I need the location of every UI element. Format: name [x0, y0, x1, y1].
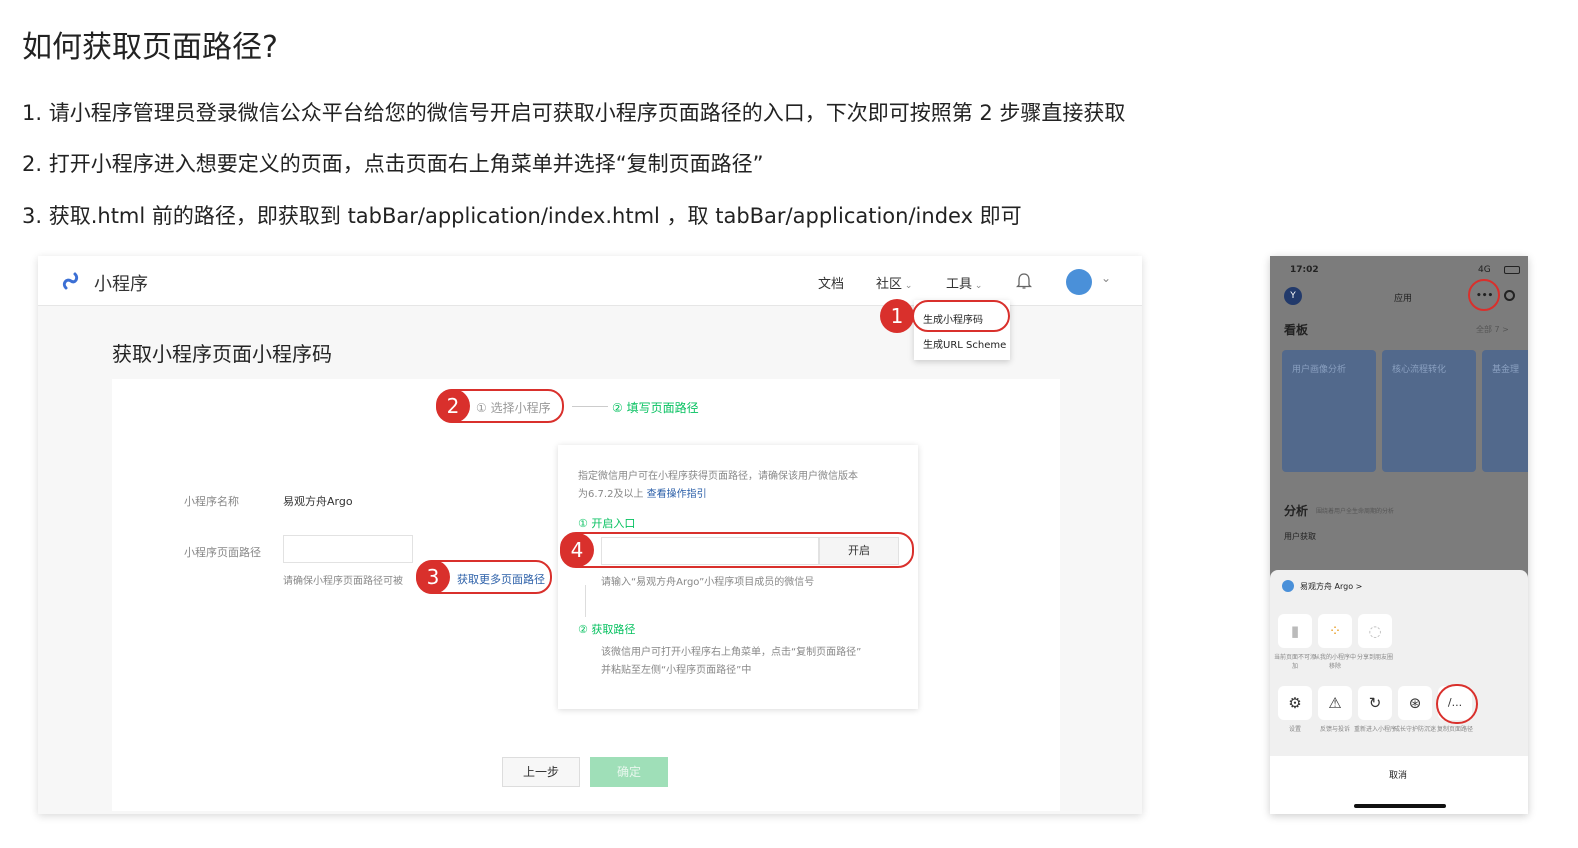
path-label: 小程序页面路径	[184, 546, 261, 559]
app-header-title: 应用	[1394, 294, 1413, 304]
document-page: 如何获取页面路径? 1. 请小程序管理员登录微信公众平台给您的微信号开启可获取小…	[0, 0, 1578, 848]
board-title: 看板	[1284, 323, 1309, 337]
step-1-text: 1. 请小程序管理员登录微信公众平台给您的微信号开启可获取小程序页面路径的入口，…	[22, 101, 1126, 125]
tile-title: 核心流程转化	[1392, 365, 1447, 375]
moments-share-icon[interactable]: ◌	[1358, 614, 1392, 648]
board-tile-3[interactable]: 基金理	[1482, 350, 1528, 472]
path-hint: 请确保小程序页面路径可被	[283, 576, 403, 587]
nav-docs[interactable]: 文档	[818, 273, 844, 292]
popover-step2-desc2: 并粘贴至左侧“小程序页面路径”中	[601, 665, 752, 676]
popover-step2-title: ② 获取路径	[578, 623, 636, 636]
annotation-outline-1	[912, 300, 1010, 332]
home-indicator	[1354, 804, 1446, 808]
sheet-label: 分享到朋友圈	[1356, 654, 1393, 661]
chevron-down-icon[interactable]: ⌄	[1101, 271, 1111, 285]
settings-gear-icon[interactable]: ⚙	[1278, 686, 1312, 720]
bell-icon[interactable]	[1016, 272, 1032, 290]
nav-tools-label: 工具	[946, 277, 973, 292]
sheet-label: 当前页面不可添加	[1273, 654, 1316, 670]
form-card: ① 选择小程序 ② 填写页面路径 小程序名称 易观方舟Argo 小程序页面路径 …	[112, 379, 1060, 811]
annotation-badge-3: 3	[416, 560, 450, 594]
step-2-text: 2. 打开小程序进入想要定义的页面，点击页面右上角菜单并选择“复制页面路径”	[22, 152, 764, 176]
console-screenshot: 小程序 文档 社区 ⌄ 工具 ⌄ ⌄ 生成小程序码 生成URL Scheme 获…	[38, 256, 1142, 814]
brand-name: 小程序	[94, 274, 148, 295]
popover-desc-text: 为6.7.2及以上	[578, 489, 644, 500]
warning-triangle-icon[interactable]: ⚠	[1318, 686, 1352, 720]
confirm-button[interactable]: 确定	[590, 757, 668, 787]
add-page-icon[interactable]: ▮	[1278, 614, 1312, 648]
step-3-text: 3. 获取.html 前的路径，即获取到 tabBar/application/…	[22, 204, 1022, 228]
nav-tools[interactable]: 工具 ⌄	[946, 273, 982, 292]
user-acquisition-label: 用户获取	[1284, 532, 1316, 541]
chevron-down-icon: ⌄	[902, 281, 913, 291]
my-miniprogram-icon[interactable]: ⁘	[1318, 614, 1352, 648]
popover-step2-desc1: 该微信用户可打开小程序右上角菜单，点击“复制页面路径”	[601, 647, 862, 658]
sheet-label: 重新进入小程序	[1353, 726, 1396, 733]
popover-desc-line1: 指定微信用户可在小程序获得页面路径，请确保该用户微信版本	[578, 471, 858, 482]
menu-item-generate-url-scheme[interactable]: 生成URL Scheme	[923, 336, 1006, 351]
close-capsule-icon[interactable]	[1504, 290, 1515, 301]
name-value: 易观方舟Argo	[283, 495, 353, 508]
path-help-popover: 指定微信用户可在小程序获得页面路径，请确保该用户微信版本 为6.7.2及以上 查…	[558, 445, 918, 709]
battery-icon	[1504, 266, 1520, 274]
sheet-label: 从我的小程序中移除	[1313, 654, 1356, 670]
phone-screenshot: 17:02 4G Y 应用 ••• 看板 全部 7 > 用户画像分析 核心流程转…	[1270, 256, 1528, 814]
nav-community-label: 社区	[876, 277, 903, 292]
prev-step-button[interactable]: 上一步	[502, 757, 580, 787]
analysis-subtitle: 围绕着用户全生命周期的分析	[1316, 508, 1395, 515]
status-time: 17:02	[1290, 265, 1319, 275]
cancel-button[interactable]: 取消	[1389, 768, 1407, 781]
action-sheet: 易观方舟 Argo > ▮ ⁘ ◌ 当前页面不可添加 从我的小程序中移除 分享到…	[1270, 570, 1528, 814]
annotation-badge-1: 1	[880, 299, 914, 333]
analysis-title: 分析	[1284, 504, 1309, 518]
growth-guard-icon[interactable]: ⊛	[1398, 686, 1432, 720]
sheet-label: 成长守护防沉迷	[1393, 726, 1436, 733]
user-avatar[interactable]: Y	[1284, 287, 1302, 305]
miniprogram-logo-icon	[62, 272, 79, 290]
sheet-label: 设置	[1288, 726, 1301, 733]
operation-guide-link[interactable]: 查看操作指引	[647, 489, 707, 500]
tile-title: 基金理	[1492, 365, 1520, 375]
popover-desc-line2: 为6.7.2及以上 查看操作指引	[578, 485, 707, 500]
annotation-outline-copy-path	[1436, 684, 1478, 724]
reload-icon[interactable]: ↻	[1358, 686, 1392, 720]
annotation-badge-2: 2	[436, 389, 470, 423]
board-tile-2[interactable]: 核心流程转化	[1382, 350, 1476, 472]
board-tile-1[interactable]: 用户画像分析	[1282, 350, 1376, 472]
avatar[interactable]	[1066, 269, 1092, 295]
chevron-down-icon: ⌄	[972, 281, 983, 291]
page-title: 如何获取页面路径?	[22, 30, 278, 65]
stepper-divider	[572, 406, 608, 407]
annotation-outline-more	[1468, 279, 1500, 311]
status-signal: 4G	[1478, 265, 1491, 275]
page-path-input[interactable]	[283, 535, 413, 563]
board-all-link[interactable]: 全部 7 >	[1476, 324, 1509, 335]
sheet-label: 复制页面路径	[1436, 726, 1473, 733]
tile-title: 用户画像分析	[1292, 365, 1347, 375]
stepper-step-2: ② 填写页面路径	[612, 401, 699, 415]
console-page-title: 获取小程序页面小程序码	[112, 342, 332, 366]
sheet-label: 反馈与投诉	[1319, 726, 1350, 733]
step-connector	[585, 585, 586, 617]
sheet-app-name[interactable]: 易观方舟 Argo >	[1300, 581, 1362, 592]
name-label: 小程序名称	[184, 495, 239, 508]
wechat-id-hint: 请输入“易观方舟Argo”小程序项目成员的微信号	[601, 577, 815, 588]
nav-community[interactable]: 社区 ⌄	[876, 273, 912, 292]
annotation-outline-4	[560, 532, 914, 568]
app-logo-icon	[1282, 580, 1294, 592]
popover-step1-title: ① 开启入口	[578, 517, 636, 530]
top-navbar: 小程序 文档 社区 ⌄ 工具 ⌄ ⌄	[38, 256, 1142, 306]
annotation-badge-4: 4	[560, 533, 594, 567]
